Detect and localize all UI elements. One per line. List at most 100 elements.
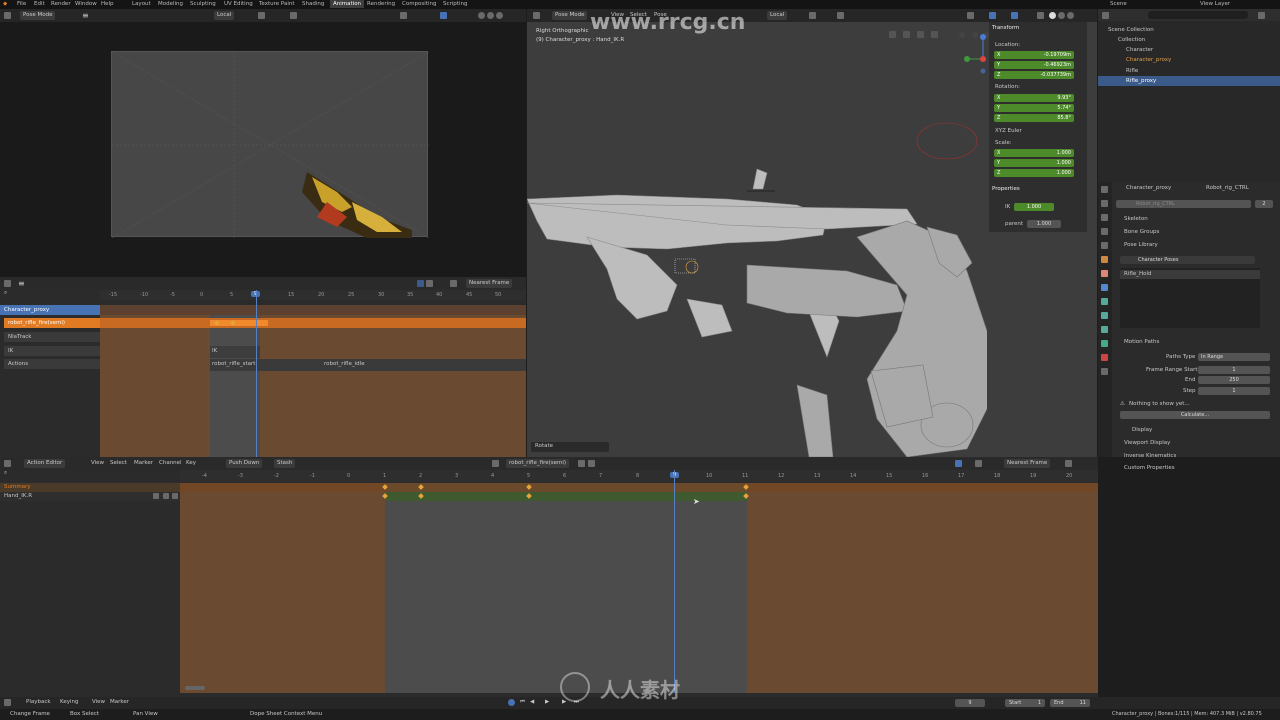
play-icon[interactable]: ▶ [545,699,549,706]
tab-modeling[interactable]: Modeling [158,1,183,7]
outliner-rifle[interactable]: Rifle [1122,66,1272,76]
push-down-button[interactable]: Push Down [226,459,263,468]
visibility-icon[interactable] [967,12,974,19]
nla-channel-ik[interactable]: IK [4,346,100,356]
ds-filter-icon[interactable] [975,460,982,467]
gizmo-icon[interactable] [440,12,447,19]
frame-range-start-field[interactable]: 1 [1198,366,1270,374]
properties-title[interactable]: Properties [992,186,1020,193]
nla-menu-icon[interactable]: ≡ [18,280,25,288]
view-layer-selector[interactable]: View Layer [1200,1,1230,7]
calculate-button[interactable]: Calculate... [1120,411,1270,419]
transform-title[interactable]: Transform [992,25,1019,32]
record-icon[interactable] [508,699,515,706]
zoom-icon[interactable] [931,31,938,38]
ds-keyframe-area[interactable]: ➤ [180,470,1098,693]
editor-type-icon[interactable] [4,12,11,19]
scale-y-field[interactable]: Y 1.000 [994,159,1074,167]
section-pose-library[interactable]: Pose Library [1124,242,1158,249]
texture-tab-icon[interactable] [1101,368,1108,375]
outliner-scene-collection[interactable]: Scene Collection [1104,25,1274,35]
ds-menu-select[interactable]: Select [110,460,127,467]
orientation-dropdown[interactable]: Local [214,11,235,20]
step-field[interactable]: 1 [1198,387,1270,395]
timeline-keying[interactable]: Keying [60,699,78,706]
timeline-playback[interactable]: Playback [26,699,51,706]
solid-shading-icon[interactable] [1049,12,1056,19]
shading-solid-icon[interactable] [478,12,485,19]
scale-z-field[interactable]: Z 1.000 [994,169,1074,177]
frame-range-end-field[interactable]: 250 [1198,376,1270,384]
ds-menu-view[interactable]: View [91,460,104,467]
object-tab-icon[interactable] [1101,270,1108,277]
tab-shading[interactable]: Shading [302,1,324,7]
timeline-marker[interactable]: Marker [110,699,129,706]
mode-dropdown[interactable]: Pose Mode [20,11,56,20]
material-shading-icon[interactable] [1058,12,1065,19]
dopesheet-type-icon[interactable] [4,460,11,467]
render-tab-icon[interactable] [1101,200,1108,207]
outliner[interactable]: Scene Collection Collection Character Ch… [1098,9,1280,182]
nla-strip-rifle-idle[interactable]: robot_rifle_idle [320,359,526,371]
timeline-view[interactable]: View [92,699,105,706]
tab-scripting[interactable]: Scripting [443,1,467,7]
rotation-z-field[interactable]: Z 85.8° [994,114,1074,122]
properties-editor[interactable]: Character_proxy Robot_rig_CTRL Robot_rig… [1098,182,1280,457]
gizmos-icon[interactable] [989,12,996,19]
nla-funnel-icon[interactable] [450,280,457,287]
menu-help[interactable]: Help [101,1,114,7]
snap-icon[interactable] [290,12,297,19]
nla-ruler[interactable]: -15 -10 -5 0 5 9 15 20 25 30 35 40 45 50 [100,290,526,300]
world-tab-icon[interactable] [1101,256,1108,263]
constraint-tab-icon[interactable] [1101,312,1108,319]
nla-channel-character-proxy[interactable]: Character_proxy [0,305,100,315]
action-selector[interactable]: robot_rifle_fire(semi) [506,459,570,468]
section-motion-paths[interactable]: Motion Paths [1124,339,1159,346]
nla-editor[interactable]: ≡ Nearest Frame ⌕ -15 -10 -5 0 5 9 15 20… [0,277,526,457]
tab-animation[interactable]: Animation [330,0,365,8]
ds-ruler[interactable]: -4 -3 -2 -1 0 1 2 3 4 5 6 7 8 9 10 11 12… [180,470,1098,482]
tab-compositing[interactable]: Compositing [402,1,436,7]
frame-start-field[interactable]: Start 1 [1005,699,1045,707]
section-skeleton[interactable]: Skeleton [1124,216,1148,223]
section-inverse-kinematics[interactable]: Inverse Kinematics [1124,453,1176,460]
menu-icon[interactable]: ≡ [82,12,89,20]
ds-menu-channel[interactable]: Channel [159,460,182,467]
armature-data-tab-icon[interactable] [1101,326,1108,333]
physics-tab-icon[interactable] [1101,298,1108,305]
ds-playhead[interactable] [674,470,675,693]
nla-channel-nlatrack[interactable]: NlaTrack [4,332,100,342]
frame-end-field[interactable]: End 11 [1050,699,1090,707]
paths-type-dropdown[interactable]: In Range [1198,353,1270,361]
viewport-orientation[interactable]: Local [767,11,788,20]
outliner-filter-icon[interactable] [1258,12,1265,19]
jump-start-icon[interactable]: ⏮ [520,699,525,706]
scene-tab-icon[interactable] [1101,242,1108,249]
nla-track-area[interactable]: IK robot_rifle_start robot_rifle_idle [100,290,526,457]
outliner-character-proxy[interactable]: Character_proxy [1122,55,1272,65]
section-bone-groups[interactable]: Bone Groups [1124,229,1159,236]
nla-view-icon[interactable] [426,280,433,287]
camera-view-area[interactable]: Pose Mode ≡ Local [0,9,526,277]
action-editor-mode[interactable]: Action Editor [24,459,66,468]
armature-users-count[interactable]: 2 [1255,200,1273,208]
output-tab-icon[interactable] [1101,214,1108,221]
tab-uv-editing[interactable]: UV Editing [224,1,253,7]
menu-edit[interactable]: Edit [34,1,45,7]
ds-scrollbar[interactable] [185,686,205,690]
action-editor[interactable]: Action Editor View Select Marker Channel… [0,457,1098,697]
pose-item[interactable]: Rifle_Hold [1120,270,1260,279]
ik-field[interactable]: 1.000 [1014,203,1054,211]
only-selected-icon[interactable] [955,460,962,467]
shading-render-icon[interactable] [496,12,503,19]
unlink-action-icon[interactable] [588,460,595,467]
overlays-icon[interactable] [1011,12,1018,19]
scale-x-field[interactable]: X 1.000 [994,149,1074,157]
menu-render[interactable]: Render [51,1,71,7]
nla-editor-type-icon[interactable] [4,280,11,287]
section-custom-properties[interactable]: Custom Properties [1124,465,1175,472]
outliner-search[interactable] [1148,11,1248,19]
proportional-icon[interactable] [1065,460,1072,467]
snapping-icon[interactable] [837,12,844,19]
menu-window[interactable]: Window [75,1,97,7]
